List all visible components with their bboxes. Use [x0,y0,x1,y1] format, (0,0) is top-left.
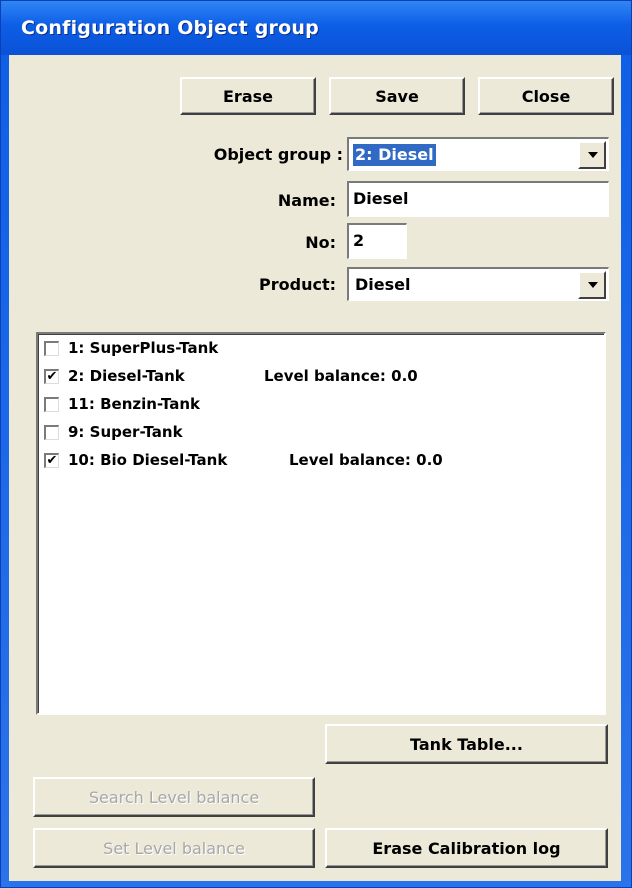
level-balance-text: Level balance: 0.0 [264,367,418,385]
list-item[interactable]: ✔ 10: Bio Diesel-Tank Level balance: 0.0 [44,449,584,475]
object-group-select[interactable]: 2: Diesel [347,137,609,171]
object-group-label: Object group : [213,145,343,164]
level-balance-text: Level balance: 0.0 [289,451,443,469]
tank-list[interactable]: 1: SuperPlus-Tank ✔ 2: Diesel-Tank Level… [36,332,606,715]
list-item[interactable]: ✔ 2: Diesel-Tank Level balance: 0.0 [44,365,584,391]
list-item[interactable]: 9: Super-Tank [44,421,584,447]
window-title: Configuration Object group [21,17,319,39]
tank-label: 1: SuperPlus-Tank [68,339,219,357]
checkbox[interactable] [44,341,59,356]
save-button[interactable]: Save [329,77,465,115]
checkbox[interactable] [44,397,59,412]
search-level-balance-button[interactable]: Search Level balance [33,777,315,817]
checkbox[interactable]: ✔ [44,369,59,384]
product-select[interactable]: Diesel [347,267,609,301]
no-field[interactable]: 2 [347,223,407,259]
title-bar[interactable]: Configuration Object group [1,1,631,55]
product-label: Product: [259,275,336,294]
config-object-group-window: Configuration Object group Erase Save Cl… [0,0,632,888]
name-label: Name: [277,191,336,210]
chevron-down-icon[interactable] [578,141,606,169]
checkbox[interactable]: ✔ [44,453,59,468]
tank-table-button[interactable]: Tank Table... [325,724,608,764]
tank-label: 2: Diesel-Tank [68,367,185,385]
tank-label: 10: Bio Diesel-Tank [68,451,228,469]
tank-label: 11: Benzin-Tank [68,395,201,413]
tank-label: 9: Super-Tank [68,423,183,441]
set-level-balance-button[interactable]: Set Level balance [33,828,315,868]
erase-calibration-log-button[interactable]: Erase Calibration log [325,828,608,868]
no-label: No: [305,233,336,252]
chevron-down-icon[interactable] [578,271,606,299]
erase-button[interactable]: Erase [180,77,316,115]
close-button[interactable]: Close [478,77,614,115]
product-value: Diesel [355,275,411,294]
list-item[interactable]: 1: SuperPlus-Tank [44,337,584,363]
dialog-body: Erase Save Close Object group : 2: Diese… [9,55,621,881]
checkbox[interactable] [44,425,59,440]
object-group-value: 2: Diesel [353,144,436,166]
list-item[interactable]: 11: Benzin-Tank [44,393,584,419]
name-field[interactable]: Diesel [347,181,609,217]
